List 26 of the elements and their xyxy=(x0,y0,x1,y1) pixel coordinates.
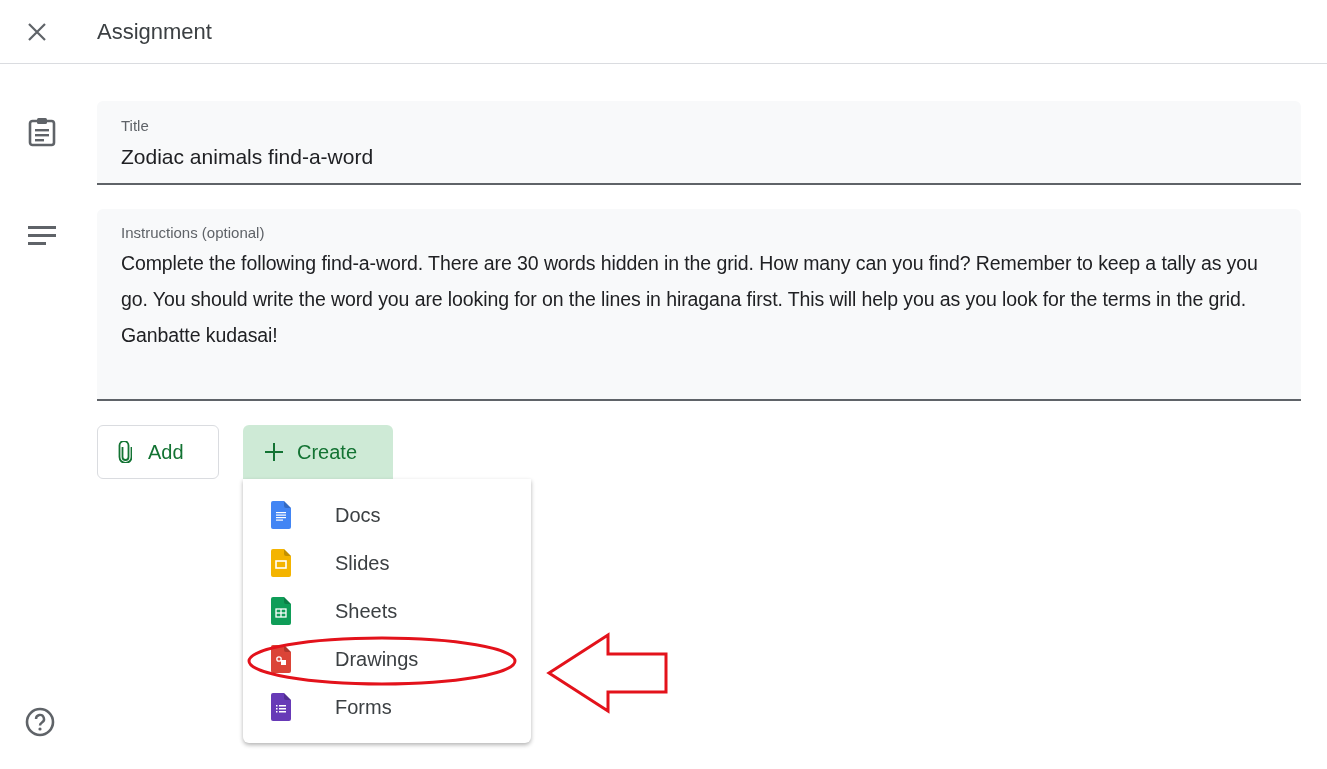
menu-item[interactable]: Sheets xyxy=(243,587,531,635)
instructions-field[interactable] xyxy=(97,209,1301,401)
title-field[interactable]: Title Zodiac animals find-a-word xyxy=(97,101,1301,185)
slides-file-icon xyxy=(271,549,291,577)
text-lines-icon xyxy=(28,226,56,246)
plus-icon xyxy=(265,443,283,461)
menu-item[interactable]: Forms xyxy=(243,683,531,731)
create-button[interactable]: Create xyxy=(243,425,393,479)
clipboard-icon xyxy=(28,117,56,147)
field-value: Complete the following find-a-word. There are 30 words hidden in the grid. How many can you find? Remember to keep a tally as you go. You should write the word you are looking for on the lines in hiragana first. This will help you as you look for the terms in the grid. Ganbatte kudasai! xyxy=(121,250,1259,348)
forms-file-icon xyxy=(271,693,291,721)
menu-item[interactable]: Slides xyxy=(243,539,531,587)
field-label: Instructions (optional) xyxy=(121,223,266,243)
menu-item[interactable]: Docs xyxy=(243,491,531,539)
help-button[interactable] xyxy=(24,706,56,738)
paperclip-icon xyxy=(118,441,132,463)
docs-file-icon xyxy=(271,501,291,529)
help-icon xyxy=(25,707,55,737)
close-icon xyxy=(27,21,47,42)
field-value: Zodiac animals find-a-word xyxy=(121,143,375,170)
drawings-file-icon xyxy=(271,645,291,673)
add-button[interactable]: Add xyxy=(97,425,219,479)
page-title: Assignment xyxy=(97,18,212,46)
field-label: Title xyxy=(121,116,150,136)
menu-item[interactable]: Drawings xyxy=(243,635,531,683)
sheets-file-icon xyxy=(271,597,291,625)
